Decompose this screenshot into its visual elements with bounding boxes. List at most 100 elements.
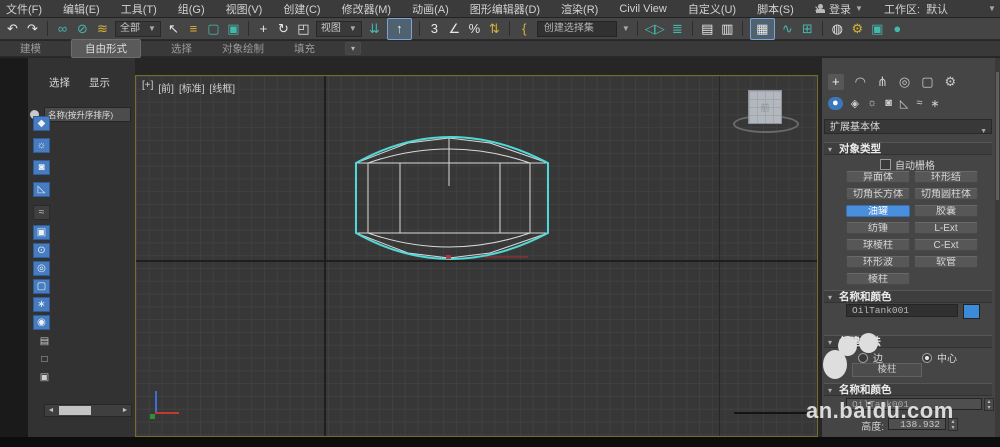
menu-create[interactable]: 创建(C) <box>283 1 320 17</box>
toggle-containers-icon[interactable]: ▢ <box>33 279 50 294</box>
panel-scrollbar[interactable] <box>995 58 1000 437</box>
snap-3d-icon[interactable]: 3 <box>427 19 442 39</box>
workspace-dropdown-icon[interactable]: ▼ <box>988 4 996 13</box>
toggle-lights-icon[interactable]: ☼ <box>33 138 50 153</box>
object-name-field[interactable]: OilTank001 <box>846 304 958 317</box>
toggle-hidden-icon[interactable]: ◉ <box>33 315 50 330</box>
scroll-left-icon[interactable]: ◄ <box>45 407 57 414</box>
helpers-category-icon[interactable]: ◺ <box>900 97 908 110</box>
render-icon[interactable]: ● <box>890 19 905 39</box>
unlink-icon[interactable]: ⊘ <box>75 19 90 39</box>
viewport-menu-view[interactable]: [前] <box>158 80 174 95</box>
toggle-xrefs-icon[interactable]: ⊙ <box>33 243 50 258</box>
curve-editor-icon[interactable]: ∿ <box>780 19 795 39</box>
link-icon[interactable]: ∞ <box>55 19 70 39</box>
layer-explorer-icon[interactable]: ▥ <box>720 19 735 39</box>
utilities-tab-icon[interactable]: ⚙ <box>944 74 956 90</box>
l-ext-button[interactable]: L-Ext <box>914 222 978 234</box>
menu-animation[interactable]: 动画(A) <box>412 1 449 17</box>
gengon-button[interactable]: 球棱柱 <box>846 239 910 251</box>
ribbon-config-icon[interactable]: ▾ <box>345 42 361 55</box>
undo-icon[interactable]: ↶ <box>5 19 20 39</box>
selection-set-field[interactable]: 创建选择集 <box>537 21 617 37</box>
schematic-view-icon[interactable]: ⊞ <box>800 19 815 39</box>
name-color-rollout[interactable]: ▾ 名称和颜色 <box>824 290 992 303</box>
object-type-rollout[interactable]: ▾ 对象类型 <box>824 142 992 155</box>
chamfercyl-button[interactable]: 切角圆柱体 <box>914 188 978 200</box>
name-spinner[interactable]: ▴ ▾ <box>984 398 994 411</box>
select-object-icon[interactable]: ↖ <box>166 19 181 39</box>
menu-rendering[interactable]: 渲染(R) <box>561 1 598 17</box>
render-setup-icon[interactable]: ⚙ <box>850 19 865 39</box>
edit-button-icon[interactable]: ▣ <box>36 370 53 385</box>
selection-filter-dropdown[interactable]: 全部▼ <box>115 21 161 37</box>
viewport-menu-general[interactable]: [+] <box>142 80 153 95</box>
menu-tools[interactable]: 工具(T) <box>121 1 157 17</box>
login-dropdown-icon[interactable]: ▼ <box>855 4 863 13</box>
scene-explorer-toggle-icon[interactable]: ▤ <box>700 19 715 39</box>
viewport-menu-shading-wireframe[interactable]: [线框] <box>210 80 236 95</box>
hedra-button[interactable]: 异面体 <box>846 171 910 183</box>
redo-icon[interactable]: ↷ <box>25 19 40 39</box>
explorer-hscrollbar[interactable]: ◄ ► <box>44 404 132 417</box>
toggle-groups-icon[interactable]: ▣ <box>33 225 50 240</box>
shapes-category-icon[interactable]: ◈ <box>851 97 859 110</box>
viewcube[interactable]: 前 <box>748 90 782 124</box>
display-tab-icon[interactable]: ▢ <box>921 74 933 90</box>
menu-graph-editors[interactable]: 图形编辑器(D) <box>470 1 540 17</box>
torus-knot-button[interactable]: 环形结 <box>914 171 978 183</box>
window-crossing-icon[interactable]: ▣ <box>226 19 241 39</box>
toggle-bones-icon[interactable]: ◎ <box>33 261 50 276</box>
menu-edit[interactable]: 编辑(E) <box>63 1 100 17</box>
prism-button[interactable]: 棱柱 <box>846 273 910 285</box>
named-selection-sets-icon[interactable]: { <box>517 19 532 39</box>
scroll-thumb[interactable] <box>59 406 91 415</box>
spindle-button[interactable]: 纺锤 <box>846 222 910 234</box>
spacewarps-category-icon[interactable]: ≈ <box>916 97 922 110</box>
reference-coordinate-dropdown[interactable]: 视图▼ <box>316 21 362 37</box>
login-control[interactable]: 登录 ▼ <box>816 0 863 17</box>
mirror-icon[interactable]: ◁▷ <box>645 19 665 39</box>
toggle-geometry-icon[interactable]: ◆ <box>33 116 50 131</box>
blank-swatch-icon[interactable]: □ <box>36 352 53 367</box>
motion-tab-icon[interactable]: ◎ <box>899 74 910 90</box>
geometry-type-dropdown[interactable]: 扩展基本体 ▼ <box>824 119 992 134</box>
edge-radio[interactable] <box>858 353 868 363</box>
menu-file[interactable]: 文件(F) <box>6 1 42 17</box>
toggle-particles-icon[interactable]: ∗ <box>33 297 50 312</box>
hose-button[interactable]: 软管 <box>914 256 978 268</box>
menu-customize[interactable]: 自定义(U) <box>688 1 736 17</box>
cameras-category-icon[interactable]: ◙ <box>885 97 892 110</box>
tab-freeform[interactable]: 自由形式 <box>71 39 141 58</box>
tab-populate[interactable]: 填充 <box>294 41 315 56</box>
viewport-menu-shading-standard[interactable]: [标准] <box>179 80 205 95</box>
menu-group[interactable]: 组(G) <box>178 1 205 17</box>
object-color-swatch[interactable] <box>963 304 980 319</box>
panel-scrollbar-thumb[interactable] <box>996 72 999 200</box>
selection-region-icon[interactable]: ▢ <box>206 19 221 39</box>
scroll-right-icon[interactable]: ► <box>119 407 131 414</box>
spinner-down-icon[interactable]: ▾ <box>987 405 990 411</box>
toggle-cameras-icon[interactable]: ◙ <box>33 160 50 175</box>
select-manipulate-icon[interactable]: ↑ <box>387 18 412 40</box>
bind-spacewarp-icon[interactable]: ≋ <box>95 19 110 39</box>
oiltank-button[interactable]: 油罐 <box>846 205 910 217</box>
name-color-rollout-2[interactable]: ▾ 名称和颜色 <box>824 383 992 396</box>
center-radio[interactable] <box>922 353 932 363</box>
explorer-name-header[interactable]: 名称(按升序排序) <box>44 107 131 122</box>
geometry-category-icon[interactable]: ● <box>828 97 843 110</box>
tab-modeling[interactable]: 建模 <box>20 41 41 56</box>
align-icon[interactable]: ≣ <box>670 19 685 39</box>
create-tab-icon[interactable]: + <box>828 74 844 90</box>
selection-set-dropdown-icon[interactable]: ▼ <box>622 24 630 33</box>
c-ext-button[interactable]: C-Ext <box>914 239 978 251</box>
scale-icon[interactable]: ◰ <box>296 19 311 39</box>
tab-object-paint[interactable]: 对象绘制 <box>222 41 264 56</box>
chamferbox-button[interactable]: 切角长方体 <box>846 188 910 200</box>
list-view-icon[interactable]: ▤ <box>36 334 53 349</box>
explorer-menu-display[interactable]: 显示 <box>89 75 110 90</box>
percent-snap-icon[interactable]: % <box>467 19 482 39</box>
toggle-shapes-icon[interactable]: ◺ <box>33 182 50 197</box>
toggle-spacewarps-icon[interactable]: ≈ <box>33 205 50 220</box>
menu-views[interactable]: 视图(V) <box>226 1 263 17</box>
